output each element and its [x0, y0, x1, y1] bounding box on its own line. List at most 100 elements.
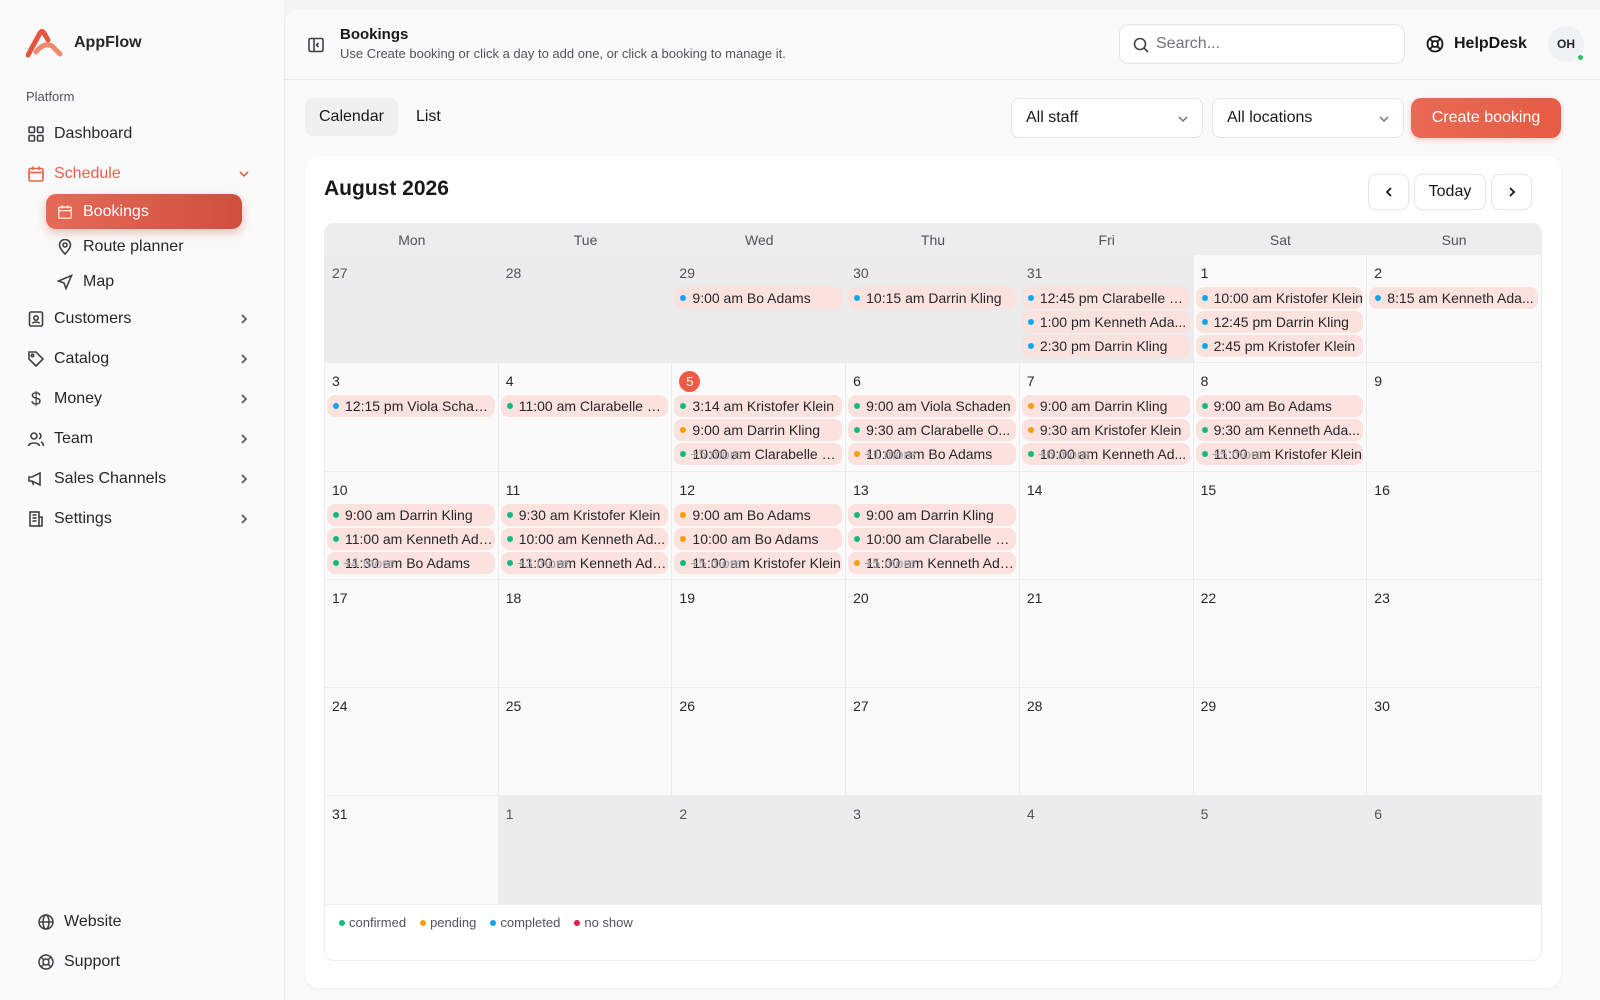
day-cell[interactable]: 31 12:45 pm Clarabelle O... 1:00 pm Kennet…: [1019, 255, 1194, 364]
booking-chip[interactable]: 2:45 pm Kristofer Klein: [1195, 335, 1364, 357]
day-cell[interactable]: 5: [1193, 796, 1368, 905]
sidebar-item-route-planner[interactable]: Route planner: [46, 229, 242, 264]
tab-list[interactable]: List: [402, 98, 455, 136]
booking-chip[interactable]: 9:00 am Bo Adams: [674, 287, 843, 309]
booking-chip[interactable]: 1:00 pm Kenneth Ada...: [1021, 311, 1190, 333]
day-cell[interactable]: 1 10:00 am Kristofer Klein 12:45 pm Darrin…: [1193, 255, 1368, 364]
day-cell[interactable]: 16: [1367, 471, 1541, 580]
booking-chip[interactable]: 9:30 am Kristofer Klein: [500, 503, 669, 526]
sidebar-item-map[interactable]: Map: [46, 264, 242, 299]
booking-chip[interactable]: 12:45 pm Clarabelle O...: [1021, 287, 1190, 309]
booking-chip[interactable]: 11:00 am Kenneth Ada...: [327, 527, 495, 550]
booking-chip[interactable]: 9:00 am Darrin Kling: [674, 419, 843, 442]
day-cell[interactable]: 27: [846, 688, 1020, 797]
next-month-button[interactable]: [1491, 174, 1532, 210]
location-filter-select[interactable]: All locations: [1212, 98, 1404, 138]
sidebar-item-catalog[interactable]: Catalog: [14, 339, 266, 379]
booking-chip[interactable]: 10:00 am Bo Adams: [674, 527, 843, 550]
day-cell[interactable]: 18: [498, 579, 673, 689]
day-cell[interactable]: 11 9:30 am Kristofer Klein 10:00 am Kennet…: [498, 471, 673, 580]
booking-chip[interactable]: 10:00 am Kristofer Klein: [1195, 287, 1364, 309]
day-cell[interactable]: 9: [1367, 363, 1541, 472]
sidebar-toggle-icon[interactable]: [307, 36, 325, 54]
day-cell[interactable]: 29 9:00 am Bo Adams: [672, 255, 847, 364]
day-cell[interactable]: 2 8:15 am Kenneth Ada...: [1367, 255, 1541, 364]
day-cell[interactable]: 3: [846, 796, 1020, 905]
sidebar-item-team[interactable]: Team: [14, 419, 266, 459]
booking-chip[interactable]: 9:00 am Bo Adams: [674, 503, 843, 526]
staff-filter-select[interactable]: All staff: [1011, 98, 1203, 138]
day-cell[interactable]: 30: [1367, 688, 1541, 797]
booking-chip[interactable]: 9:00 am Viola Schaden: [848, 395, 1016, 418]
helpdesk-link[interactable]: HelpDesk: [1425, 34, 1527, 54]
sidebar-item-customers[interactable]: Customers: [14, 299, 266, 339]
create-booking-button[interactable]: Create booking: [1411, 98, 1561, 138]
booking-chip[interactable]: 12:15 pm Viola Schaden: [327, 395, 495, 418]
more-bookings-link[interactable]: +4 more: [343, 555, 395, 571]
day-cell[interactable]: 10 9:00 am Darrin Kling 11:00 am Kenneth A…: [325, 471, 499, 580]
day-cell[interactable]: 31: [325, 796, 499, 905]
booking-chip[interactable]: 10:15 am Darrin Kling: [848, 287, 1016, 309]
more-bookings-link[interactable]: +5 more: [864, 555, 916, 571]
day-cell[interactable]: 29: [1193, 688, 1368, 797]
booking-chip[interactable]: 9:00 am Darrin Kling: [1021, 395, 1190, 418]
day-cell[interactable]: 15: [1193, 471, 1368, 580]
booking-chip[interactable]: 9:30 am Kristofer Klein: [1021, 419, 1190, 442]
sidebar-item-support[interactable]: Support: [24, 942, 264, 982]
day-cell[interactable]: 19: [672, 579, 847, 689]
booking-chip[interactable]: 9:00 am Bo Adams: [1195, 395, 1364, 418]
day-cell[interactable]: 13 9:00 am Darrin Kling 10:00 am Clarabell…: [846, 471, 1020, 580]
booking-chip[interactable]: 2:30 pm Darrin Kling: [1021, 335, 1190, 357]
tab-calendar[interactable]: Calendar: [305, 98, 398, 136]
day-cell[interactable]: 6: [1367, 796, 1541, 905]
prev-month-button[interactable]: [1368, 174, 1409, 210]
day-cell[interactable]: 25: [498, 688, 673, 797]
day-cell[interactable]: 7 9:00 am Darrin Kling 9:30 am Kristofer K…: [1019, 363, 1194, 472]
day-cell[interactable]: 28: [1019, 688, 1194, 797]
more-bookings-link[interactable]: +3 more: [517, 555, 569, 571]
day-cell[interactable]: 6 9:00 am Viola Schaden 9:30 am Clarabelle…: [846, 363, 1020, 472]
booking-chip[interactable]: 10:00 am Clarabelle O...: [848, 527, 1016, 550]
search-input[interactable]: Search...: [1119, 24, 1405, 64]
day-cell[interactable]: 4: [1019, 796, 1194, 905]
day-cell[interactable]: 28: [498, 255, 673, 364]
booking-chip[interactable]: 9:00 am Darrin Kling: [848, 503, 1016, 526]
day-cell[interactable]: 26: [672, 688, 847, 797]
day-cell[interactable]: 22: [1193, 579, 1368, 689]
day-cell[interactable]: 2: [672, 796, 847, 905]
day-cell[interactable]: 14: [1019, 471, 1194, 580]
more-bookings-link[interactable]: +1 more: [864, 446, 916, 462]
booking-chip[interactable]: 3:14 am Kristofer Klein: [674, 395, 843, 418]
day-cell[interactable]: 4 11:00 am Clarabelle O...: [498, 363, 673, 472]
day-cell[interactable]: 27: [325, 255, 499, 364]
day-cell[interactable]: 24: [325, 688, 499, 797]
day-cell[interactable]: 23: [1367, 579, 1541, 689]
booking-chip[interactable]: 9:30 am Clarabelle O...: [848, 419, 1016, 442]
day-cell[interactable]: 20: [846, 579, 1020, 689]
booking-chip[interactable]: 10:00 am Kenneth Ad...: [500, 527, 669, 550]
booking-chip[interactable]: 12:45 pm Darrin Kling: [1195, 311, 1364, 333]
day-cell[interactable]: 12 9:00 am Bo Adams 10:00 am Bo Adams 11:00…: [672, 471, 847, 580]
day-cell-today[interactable]: 5 3:14 am Kristofer Klein 9:00 am Darrin K…: [672, 363, 847, 472]
sidebar-item-money[interactable]: $ Money: [14, 379, 266, 419]
sidebar-item-website[interactable]: Website: [24, 902, 264, 942]
day-cell[interactable]: 8 9:00 am Bo Adams 9:30 am Kenneth Ada... 1…: [1193, 363, 1368, 472]
day-cell[interactable]: 1: [498, 796, 673, 905]
today-button[interactable]: Today: [1414, 174, 1486, 210]
more-bookings-link[interactable]: +6 more: [1038, 446, 1090, 462]
more-bookings-link[interactable]: +5 more: [690, 446, 742, 462]
more-bookings-link[interactable]: +5 more: [1212, 446, 1264, 462]
sidebar-item-sales-channels[interactable]: Sales Channels: [14, 459, 266, 499]
booking-chip[interactable]: 11:00 am Clarabelle O...: [500, 395, 669, 418]
sidebar-item-dashboard[interactable]: Dashboard: [14, 114, 266, 154]
booking-chip[interactable]: 9:00 am Darrin Kling: [327, 503, 495, 526]
booking-chip[interactable]: 9:30 am Kenneth Ada...: [1195, 419, 1364, 442]
day-cell[interactable]: 3 12:15 pm Viola Schaden: [325, 363, 499, 472]
sidebar-item-settings[interactable]: Settings: [14, 499, 266, 539]
day-cell[interactable]: 30 10:15 am Darrin Kling: [846, 255, 1020, 364]
sidebar-item-schedule[interactable]: Schedule: [14, 154, 266, 194]
brand[interactable]: AppFlow: [26, 28, 142, 58]
sidebar-item-bookings[interactable]: Bookings: [46, 194, 242, 229]
day-cell[interactable]: 17: [325, 579, 499, 689]
more-bookings-link[interactable]: +5 more: [690, 555, 742, 571]
